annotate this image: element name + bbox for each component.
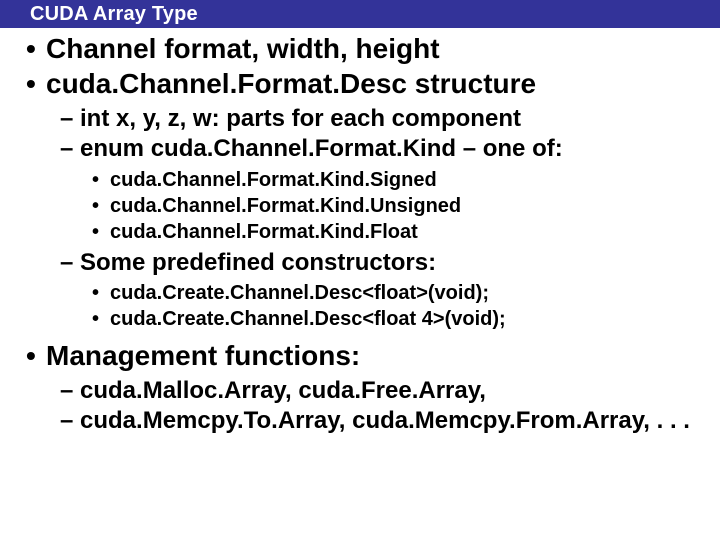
bullet-dot-icon: • xyxy=(26,339,46,372)
bullet-lvl2: – int x, y, z, w: parts for each compone… xyxy=(60,105,700,134)
bullet-lvl3: •cuda.Channel.Format.Kind.Signed xyxy=(92,168,700,193)
bullet-text: cuda.Memcpy.To.Array, cuda.Memcpy.From.A… xyxy=(80,407,690,434)
bullet-lvl2: – Some predefined constructors: xyxy=(60,249,700,278)
slide-title: CUDA Array Type xyxy=(0,0,720,28)
bullet-text: Management functions: xyxy=(46,340,360,371)
bullet-text: cuda.Channel.Format.Kind.Signed xyxy=(110,169,437,191)
bullet-text: cuda.Channel.Format.Desc structure xyxy=(46,68,536,99)
bullet-text: cuda.Channel.Format.Kind.Float xyxy=(110,221,418,243)
bullet-lvl1: •Channel format, width, height xyxy=(26,32,700,65)
bullet-text: Channel format, width, height xyxy=(46,33,440,64)
slide-body: •Channel format, width, height •cuda.Cha… xyxy=(0,28,720,436)
bullet-lvl3: •cuda.Create.Channel.Desc<float 4>(void)… xyxy=(92,307,700,332)
bullet-dot-icon: • xyxy=(92,281,110,306)
bullet-lvl1: •Management functions: xyxy=(26,339,700,372)
bullet-lvl2: – cuda.Malloc.Array, cuda.Free.Array, xyxy=(60,377,700,406)
bullet-dot-icon: • xyxy=(26,32,46,65)
bullet-dot-icon: • xyxy=(92,168,110,193)
bullet-lvl1: •cuda.Channel.Format.Desc structure xyxy=(26,67,700,100)
bullet-text: cuda.Malloc.Array, cuda.Free.Array, xyxy=(80,377,486,404)
bullet-text: int x, y, z, w: parts for each component xyxy=(80,105,521,132)
bullet-text: enum cuda.Channel.Format.Kind – one of: xyxy=(80,135,563,162)
bullet-text: cuda.Create.Channel.Desc<float 4>(void); xyxy=(110,308,506,330)
bullet-lvl3: •cuda.Channel.Format.Kind.Unsigned xyxy=(92,194,700,219)
bullet-dot-icon: • xyxy=(26,67,46,100)
bullet-dot-icon: • xyxy=(92,307,110,332)
bullet-dot-icon: • xyxy=(92,220,110,245)
bullet-text: Some predefined constructors: xyxy=(80,249,436,276)
bullet-text: cuda.Channel.Format.Kind.Unsigned xyxy=(110,195,461,217)
slide: CUDA Array Type •Channel format, width, … xyxy=(0,0,720,540)
bullet-lvl3: •cuda.Create.Channel.Desc<float>(void); xyxy=(92,281,700,306)
bullet-lvl2: – enum cuda.Channel.Format.Kind – one of… xyxy=(60,135,700,164)
bullet-lvl2: – cuda.Memcpy.To.Array, cuda.Memcpy.From… xyxy=(60,407,700,436)
bullet-dot-icon: • xyxy=(92,194,110,219)
bullet-lvl3: •cuda.Channel.Format.Kind.Float xyxy=(92,220,700,245)
bullet-text: cuda.Create.Channel.Desc<float>(void); xyxy=(110,282,489,304)
